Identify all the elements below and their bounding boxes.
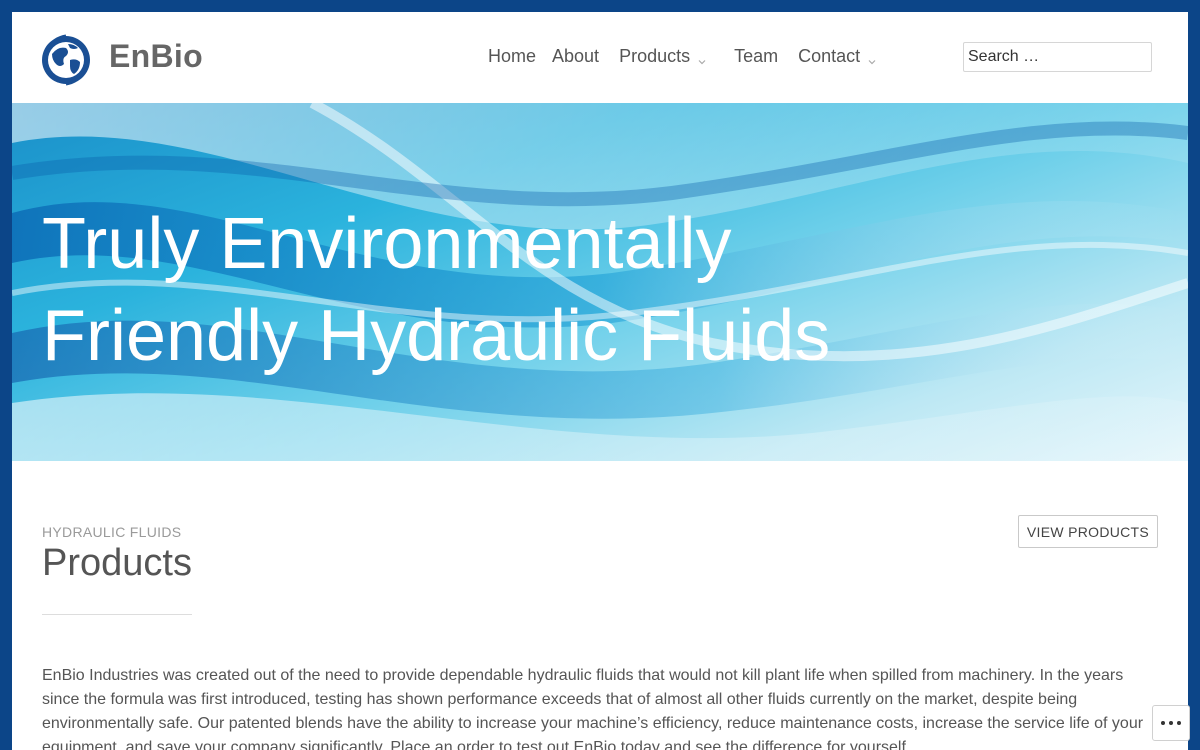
site-title[interactable]: EnBio xyxy=(109,38,203,75)
hero-title: Truly Environmentally Friendly Hydraulic… xyxy=(42,204,831,376)
chevron-down-icon xyxy=(696,52,708,65)
site-header: EnBio Home About Products Team Contact xyxy=(12,12,1188,103)
nav-item-about[interactable]: About xyxy=(552,46,599,67)
dot xyxy=(1169,721,1173,725)
dot xyxy=(1161,721,1165,725)
globe-icon[interactable] xyxy=(40,34,92,86)
hero-banner: Truly Environmentally Friendly Hydraulic… xyxy=(12,103,1188,461)
nav-item-label: Team xyxy=(734,45,779,66)
nav-item-contact[interactable]: Contact xyxy=(798,46,878,67)
view-products-button[interactable]: VIEW PRODUCTS xyxy=(1018,515,1158,548)
nav-item-label: Products xyxy=(619,45,691,66)
nav-item-label: Home xyxy=(488,45,537,66)
chevron-down-icon xyxy=(866,52,878,65)
divider xyxy=(42,614,192,615)
nav-item-products[interactable]: Products xyxy=(619,46,708,67)
nav-item-home[interactable]: Home xyxy=(488,46,536,67)
page: EnBio Home About Products Team Contact S… xyxy=(12,12,1188,750)
page-title: Products xyxy=(42,542,192,584)
ellipsis-icon[interactable] xyxy=(1152,705,1190,741)
nav-item-label: Contact xyxy=(798,45,861,66)
primary-nav: Home About Products Team Contact xyxy=(488,44,878,68)
nav-item-label: About xyxy=(552,45,600,66)
dot xyxy=(1177,721,1181,725)
section-kicker: HYDRAULIC FLUIDS xyxy=(42,524,182,540)
search-input[interactable] xyxy=(963,42,1152,72)
nav-item-team[interactable]: Team xyxy=(734,46,778,67)
intro-paragraph: EnBio Industries was created out of the … xyxy=(42,667,1144,750)
